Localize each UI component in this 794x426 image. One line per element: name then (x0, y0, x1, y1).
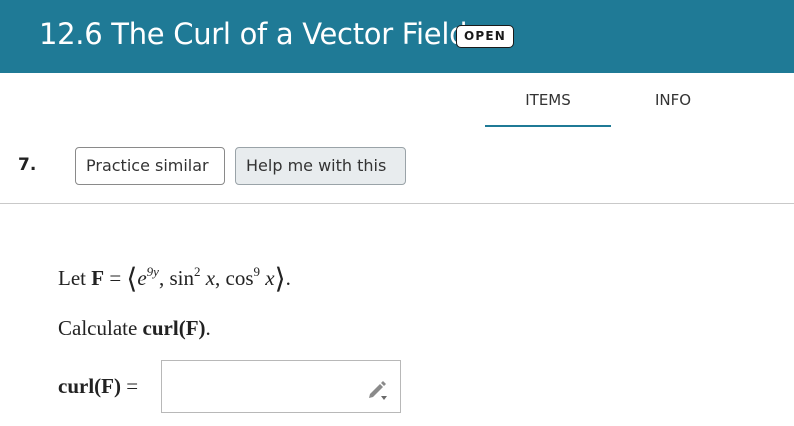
tab-items-label: ITEMS (525, 91, 571, 109)
component-2-var: x (205, 266, 216, 290)
component-2-exponent: 2 (193, 264, 201, 279)
prompt-end: . (205, 316, 211, 340)
comma-1: , (158, 266, 170, 290)
page-header: 12.6 The Curl of a Vector Field OPEN (0, 0, 794, 73)
question-number: 7. (18, 155, 37, 175)
prompt-expression: curl(F) (142, 316, 206, 340)
tab-info[interactable]: INFO (610, 85, 736, 127)
component-2-fn: sin (169, 266, 194, 290)
component-1-exponent: 9y (146, 264, 159, 279)
let-text: Let (58, 266, 86, 290)
tab-info-label: INFO (654, 91, 692, 109)
help-me-button[interactable]: Help me with this (235, 147, 406, 185)
practice-similar-button[interactable]: Practice similar (75, 147, 225, 185)
answer-equals: = (126, 374, 139, 398)
left-angle-bracket: ⟨ (126, 264, 138, 295)
divider (0, 203, 794, 204)
tab-items[interactable]: ITEMS (485, 85, 611, 127)
comma-2: , (215, 266, 226, 290)
component-3-exponent: 9 (253, 264, 261, 279)
component-3-var: x (265, 266, 275, 290)
component-1-base: e (137, 266, 147, 290)
pencil-icon[interactable] (366, 377, 390, 401)
problem-prompt: Calculate curl(F). (58, 316, 211, 341)
period: . (285, 266, 291, 290)
answer-label-row: curl(F) = (58, 374, 138, 399)
page-title: 12.6 The Curl of a Vector Field (39, 17, 468, 51)
vector-F: F (91, 266, 105, 290)
component-3-fn: cos (225, 266, 254, 290)
active-tab-indicator (485, 125, 611, 127)
answer-label: curl(F) (58, 374, 121, 398)
status-badge: OPEN (456, 25, 515, 48)
answer-input[interactable] (161, 360, 401, 413)
equals-sign: = (109, 266, 122, 290)
prompt-text: Calculate (58, 316, 138, 340)
problem-statement: Let F = ⟨e9y, sin2 x, cos9 x⟩. (58, 262, 291, 296)
right-angle-bracket: ⟩ (274, 264, 286, 295)
